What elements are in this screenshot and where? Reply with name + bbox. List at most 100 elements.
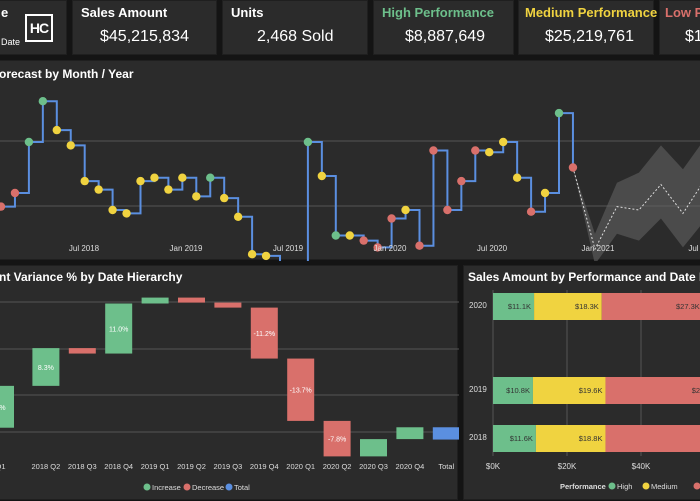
x-tick-label: Jul 2020 bbox=[477, 244, 508, 253]
data-label: $27.3K bbox=[676, 302, 700, 311]
kpi-card-high-performance: High Performance $8,887,649 bbox=[373, 0, 514, 55]
y-tick-label: 2019 bbox=[469, 385, 487, 394]
legend-label: High bbox=[617, 482, 632, 491]
kpi-title: Units bbox=[231, 5, 264, 20]
data-point bbox=[94, 185, 102, 193]
data-point bbox=[108, 206, 116, 214]
data-point bbox=[262, 252, 270, 260]
data-point bbox=[387, 214, 395, 222]
data-point bbox=[415, 242, 423, 250]
kpi-title: Medium Performance bbox=[525, 5, 657, 20]
data-point bbox=[178, 174, 186, 182]
x-tick-label: Jan 2020 bbox=[374, 244, 407, 253]
x-tick-label: $40K bbox=[632, 462, 651, 471]
waterfall-bar bbox=[396, 427, 423, 439]
stacked-bar-segment bbox=[605, 425, 700, 452]
data-point bbox=[332, 231, 340, 239]
performance-panel: Sales Amount by Performance and Date Hie… bbox=[463, 265, 700, 500]
y-tick-label: 2020 bbox=[469, 301, 487, 310]
waterfall-bar bbox=[69, 348, 96, 353]
data-point bbox=[499, 138, 507, 146]
y-tick-label: 2018 bbox=[469, 433, 487, 442]
data-point bbox=[401, 206, 409, 214]
data-point bbox=[234, 213, 242, 221]
forecast-chart[interactable]: Jul 2018 Jan 2019 Jul 2019 Jan 2020 Jul 2020… bbox=[0, 61, 700, 261]
x-tick-label: 2018 Q4 bbox=[104, 462, 133, 471]
data-label: % bbox=[0, 405, 6, 412]
forecast-band bbox=[573, 139, 700, 261]
kpi-value: $1 bbox=[685, 28, 700, 46]
data-point bbox=[304, 138, 312, 146]
x-tick-label: 2018 Q2 bbox=[32, 462, 61, 471]
waterfall-bar bbox=[178, 298, 205, 303]
data-point bbox=[136, 177, 144, 185]
x-tick-label: 2020 Q4 bbox=[396, 462, 425, 471]
kpi-value: $8,887,649 bbox=[405, 28, 485, 46]
waterfall-bar bbox=[360, 439, 387, 456]
data-point bbox=[527, 208, 535, 216]
x-tick-label: $20K bbox=[558, 462, 577, 471]
data-point bbox=[220, 194, 228, 202]
data-point bbox=[429, 146, 437, 154]
data-point bbox=[541, 189, 549, 197]
legend-title: Performance bbox=[560, 482, 606, 491]
x-tick-label: 2020 Q2 bbox=[323, 462, 352, 471]
legend-label: Medium bbox=[651, 482, 678, 491]
kpi-card-units: Units 2,468 Sold bbox=[222, 0, 368, 55]
x-tick-label: 2019 Q4 bbox=[250, 462, 279, 471]
legend-marker bbox=[144, 484, 151, 491]
stacked-bar-segment bbox=[605, 377, 700, 404]
waterfall-bar bbox=[433, 427, 459, 439]
data-point bbox=[0, 202, 5, 210]
data-point bbox=[555, 109, 563, 117]
x-tick-label: 2018 Q3 bbox=[68, 462, 97, 471]
data-point bbox=[67, 141, 75, 149]
data-point bbox=[206, 174, 214, 182]
performance-chart[interactable]: $11.1K$18.3K$27.3K$10.8K$19.6K$29.2$11.6… bbox=[464, 266, 700, 501]
data-point bbox=[346, 231, 354, 239]
data-label: -13.7% bbox=[290, 388, 312, 395]
x-tick-label: $0K bbox=[486, 462, 501, 471]
data-point bbox=[11, 189, 19, 197]
logo: HC bbox=[25, 14, 53, 42]
data-label: $11.1K bbox=[508, 302, 531, 311]
x-tick-label: Total bbox=[438, 462, 454, 471]
kpi-card-sales-amount: Sales Amount $45,215,834 bbox=[72, 0, 217, 55]
data-point bbox=[25, 138, 33, 146]
kpi-card-low-performance: Low Pe $1 bbox=[659, 0, 700, 55]
legend-label: Decrease bbox=[192, 483, 224, 492]
x-tick-label: 2019 Q2 bbox=[177, 462, 206, 471]
x-tick-label: Jan 2021 bbox=[582, 244, 615, 253]
kpi-title: High Performance bbox=[382, 5, 494, 20]
data-point bbox=[443, 206, 451, 214]
data-label: $18.8K bbox=[579, 434, 603, 443]
data-point bbox=[53, 126, 61, 134]
data-label: $10.8K bbox=[506, 386, 530, 395]
date-filter-label[interactable]: Date bbox=[1, 37, 20, 47]
x-tick-label: Jul 20 bbox=[688, 244, 700, 253]
x-tick-label: 2019 Q1 bbox=[141, 462, 170, 471]
legend-marker bbox=[226, 484, 233, 491]
waterfall-bar bbox=[214, 303, 241, 308]
kpi-title: Sales Amount bbox=[81, 5, 167, 20]
data-label: $29.2 bbox=[692, 386, 700, 395]
kpi-value: $25,219,761 bbox=[545, 28, 634, 46]
data-point bbox=[569, 163, 577, 171]
waterfall-chart[interactable]: %8.3%11.0%-11.2%-13.7%-7.8% Q12018 Q2201… bbox=[0, 266, 459, 501]
waterfall-bar bbox=[142, 298, 169, 304]
legend-marker bbox=[184, 484, 191, 491]
data-label: $19.6K bbox=[579, 386, 603, 395]
logo-text: HC bbox=[30, 20, 48, 36]
kpi-value: 2,468 Sold bbox=[257, 28, 334, 46]
x-tick-label: Jan 2019 bbox=[170, 244, 203, 253]
forecast-panel: orecast by Month / Year Jul 2018Jan 2019… bbox=[0, 60, 700, 260]
data-point bbox=[485, 148, 493, 156]
data-label: -7.8% bbox=[328, 437, 346, 444]
x-tick-label: Jul 2018 bbox=[69, 244, 100, 253]
x-tick-label: 2020 Q1 bbox=[286, 462, 315, 471]
kpi-title: Low Pe bbox=[665, 5, 700, 20]
data-point bbox=[360, 236, 368, 244]
x-tick-label: 2019 Q3 bbox=[214, 462, 243, 471]
data-point bbox=[192, 192, 200, 200]
x-tick-label: Jul 2019 bbox=[273, 244, 304, 253]
